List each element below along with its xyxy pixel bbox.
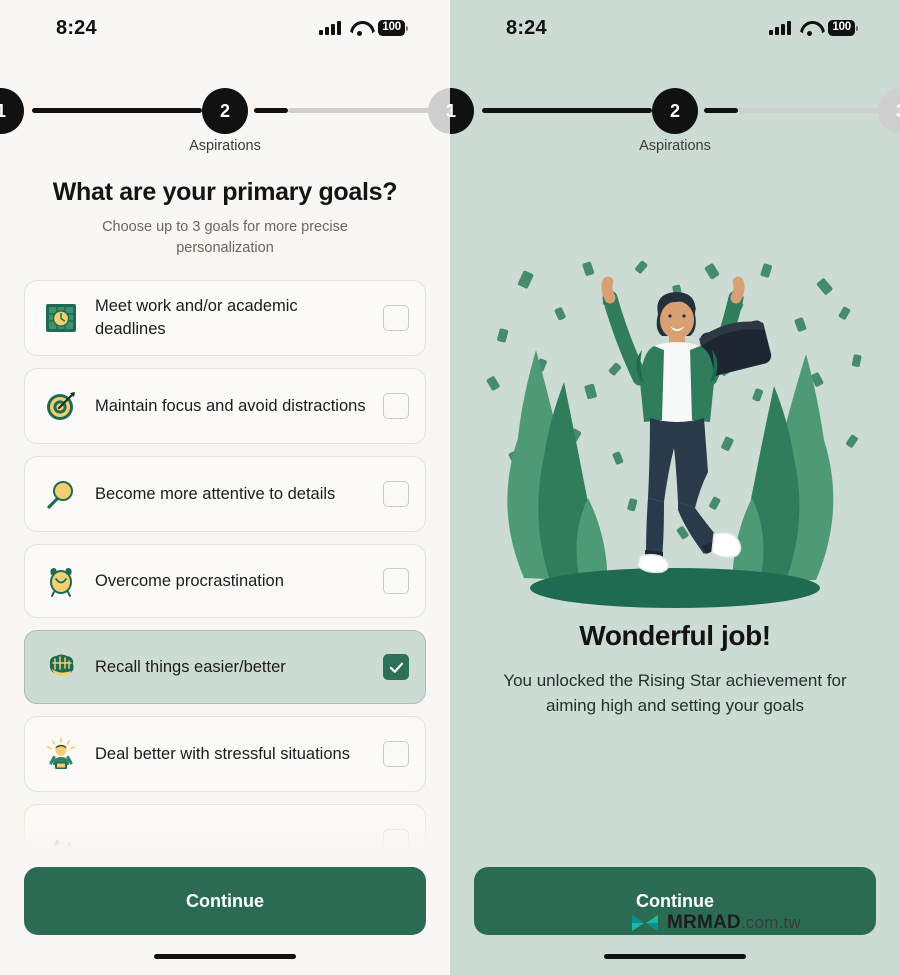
goal-option-focus[interactable]: Maintain focus and avoid distractions <box>24 368 426 444</box>
achievement-title: Wonderful job! <box>579 620 771 651</box>
left-phone-screen: 8:24 100 1 2 3 Aspirations What are <box>0 0 450 975</box>
alarm-clock-icon <box>43 563 79 599</box>
status-time: 8:24 <box>56 16 97 39</box>
watermark-text: MRMAD.com.tw <box>667 912 801 934</box>
goal-checkbox[interactable] <box>383 481 409 507</box>
continue-button[interactable]: Continue <box>24 867 426 935</box>
goal-label: Deal better with stressful situations <box>95 744 350 763</box>
status-time: 8:24 <box>506 16 547 39</box>
goal-option-deadlines[interactable]: Meet work and/or academic deadlines <box>24 280 426 356</box>
battery-icon: 100 <box>827 20 858 36</box>
goal-checkbox[interactable] <box>383 829 409 855</box>
home-indicator <box>604 954 746 959</box>
watermark: MRMAD.com.tw <box>630 912 801 934</box>
step-bubble-3[interactable]: 3 <box>878 88 900 134</box>
goal-label: Maintain focus and avoid distractions <box>95 396 366 415</box>
goal-option-attentive[interactable]: Become more attentive to details <box>24 456 426 532</box>
wifi-icon <box>350 21 369 36</box>
battery-level: 100 <box>377 20 405 36</box>
step-label-current: Aspirations <box>639 138 711 154</box>
step-bar-empty <box>288 108 443 113</box>
target-dart-icon <box>43 388 79 424</box>
goal-option-stress[interactable]: Deal better with stressful situations <box>24 716 426 792</box>
goal-option-recall[interactable]: Recall things easier/better <box>24 630 426 704</box>
step-bubble-2[interactable]: 2 <box>202 88 248 134</box>
goal-checkbox[interactable] <box>383 568 409 594</box>
magnifying-glass-icon <box>43 476 79 512</box>
battery-icon: 100 <box>377 20 408 36</box>
step-bubble-2[interactable]: 2 <box>652 88 698 134</box>
goal-checkbox[interactable] <box>383 393 409 419</box>
dual-phone-screenshot: 8:24 100 1 2 3 Aspirations What are <box>0 0 900 975</box>
page-title: What are your primary goals? <box>52 178 398 206</box>
goal-label: Recall things easier/better <box>95 657 286 676</box>
right-phone-screen: 8:24 100 1 2 3 Aspirations <box>450 0 900 975</box>
goal-option-procrastination[interactable]: Overcome procrastination <box>24 544 426 618</box>
stressed-person-icon <box>43 736 79 772</box>
brain-icon <box>43 649 79 685</box>
progress-stepper-left: 1 2 3 Aspirations <box>0 88 450 154</box>
goal-checkbox[interactable] <box>383 654 409 680</box>
watermark-brand: MRMAD <box>667 912 741 933</box>
status-icons: 100 <box>769 20 858 36</box>
status-bar-right: 8:24 100 <box>450 0 900 56</box>
goal-label: Overcome procrastination <box>95 571 284 590</box>
cta-area-left: Continue <box>0 855 450 975</box>
step-bar-filled-2 <box>254 108 288 113</box>
goal-checkbox[interactable] <box>383 305 409 331</box>
step-bar-filled-1 <box>32 108 202 113</box>
mrmad-bowtie-logo <box>632 915 658 931</box>
step-label-current: Aspirations <box>189 138 261 154</box>
home-indicator <box>154 954 296 959</box>
page-subtitle: Choose up to 3 goals for more precise pe… <box>102 219 348 256</box>
cellular-signal-icon <box>319 20 341 35</box>
progress-stepper-right: 1 2 3 Aspirations <box>450 88 900 154</box>
goal-label: Meet work and/or academic deadlines <box>95 297 298 338</box>
step-bar-empty <box>738 108 893 113</box>
content-fade-overlay <box>450 803 900 855</box>
status-icons: 100 <box>319 20 408 36</box>
step-bubble-1[interactable]: 1 <box>450 88 474 134</box>
calendar-clock-icon <box>43 300 79 336</box>
battery-nub <box>856 25 858 31</box>
celebrating-woman-graduation-illustration <box>464 258 886 616</box>
wifi-icon <box>800 21 819 36</box>
step-bubble-1[interactable]: 1 <box>0 88 24 134</box>
step-bar-filled-2 <box>704 108 738 113</box>
goal-checkbox[interactable] <box>383 741 409 767</box>
step-bar-filled-1 <box>482 108 652 113</box>
status-bar-left: 8:24 100 <box>0 0 450 56</box>
battery-level: 100 <box>827 20 855 36</box>
cellular-signal-icon <box>769 20 791 35</box>
step-bubble-3[interactable]: 3 <box>428 88 450 134</box>
achievement-description: You unlocked the Rising Star achievement… <box>503 671 847 716</box>
goal-label: Become more attentive to details <box>95 484 336 503</box>
watermark-domain: .com.tw <box>740 913 801 932</box>
battery-nub <box>406 25 408 31</box>
